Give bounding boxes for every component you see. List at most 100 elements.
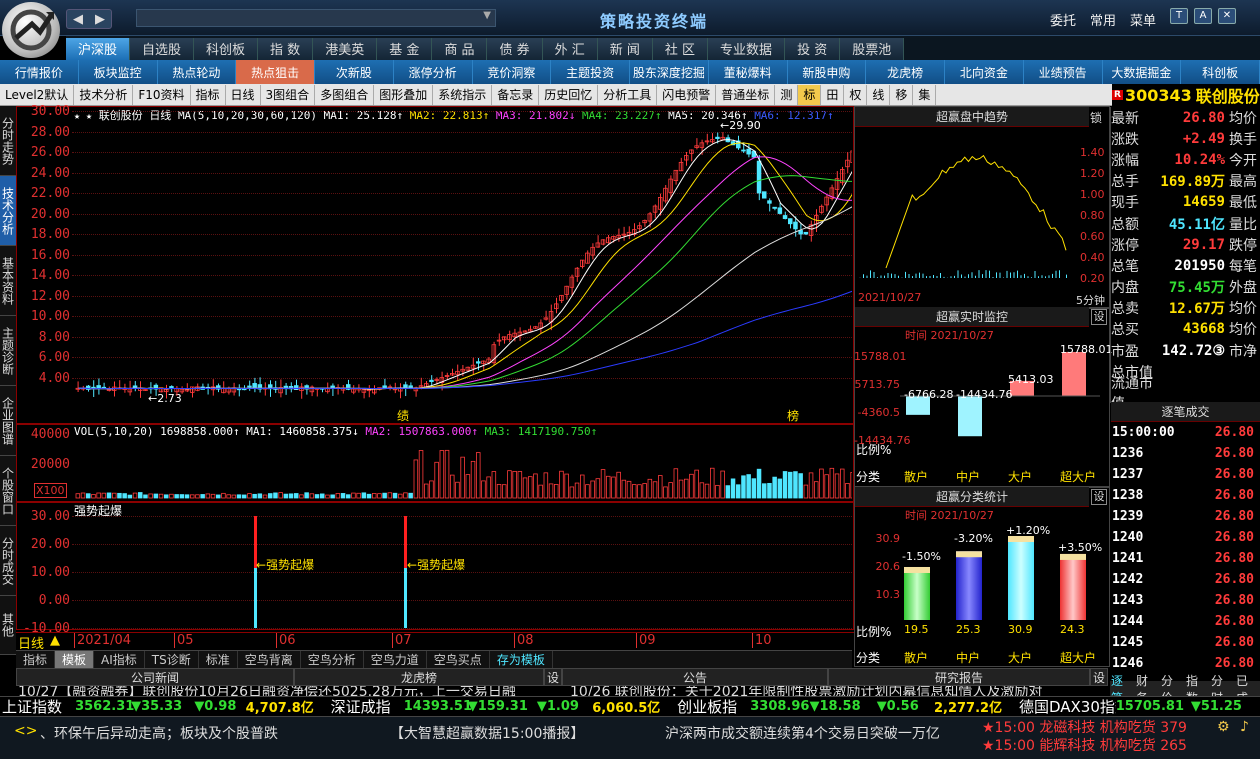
index-name[interactable]: 深证成指 [329, 696, 404, 717]
market-tab[interactable]: 港美英 [313, 37, 378, 60]
indicator-tab[interactable]: 空鸟分析 [301, 651, 364, 668]
function-tab[interactable]: 北向资金 [945, 60, 1024, 84]
market-tab[interactable]: 自选股 [130, 37, 195, 60]
function-tab[interactable]: 竞价洞察 [473, 60, 552, 84]
toolbar-button[interactable]: 多图组合 [315, 84, 375, 105]
toolbar-button[interactable]: 图形叠加 [374, 84, 434, 105]
notice-tab[interactable]: 公告 [562, 668, 828, 686]
menu-main[interactable]: 菜单 [1130, 10, 1156, 29]
function-tab[interactable]: 行情报价 [0, 60, 79, 84]
market-tab[interactable]: 专业数据 [708, 37, 786, 60]
research-settings-button[interactable]: 设 [1090, 668, 1108, 686]
indicator-tab[interactable]: 空鸟力道 [364, 651, 427, 668]
function-tab[interactable]: 龙虎榜 [866, 60, 945, 84]
scroll-arrows-icon[interactable]: <> [14, 723, 37, 739]
intraday-chart[interactable] [856, 128, 1076, 292]
intraday-period[interactable]: 5分钟 [1076, 292, 1105, 308]
bell-icon[interactable]: ♪ [1240, 719, 1249, 735]
index-name[interactable]: 创业板指 [675, 696, 750, 717]
toolbar-button[interactable]: 历史回忆 [539, 84, 599, 105]
market-tab[interactable]: 债 券 [487, 37, 543, 60]
left-tab[interactable]: 分时走势 [0, 106, 16, 176]
left-tab[interactable]: 其他 [0, 596, 16, 655]
toolbar-button[interactable]: 标 [798, 84, 822, 105]
indicator-tab[interactable]: 空鸟背离 [238, 651, 301, 668]
function-tab[interactable]: 板块监控 [79, 60, 158, 84]
indicator-tab[interactable]: 存为模板 [490, 651, 553, 668]
market-tab[interactable]: 沪深股 [66, 37, 131, 60]
market-tab[interactable]: 股票池 [840, 37, 905, 60]
toolbar-button[interactable]: 系统指示 [433, 84, 493, 105]
toolbar-button[interactable]: 指标 [191, 84, 226, 105]
scroll-text-1[interactable]: 、环保午后异动走高；板块及个股普跌 [40, 723, 340, 743]
alert-1[interactable]: ★15:00 龙磁科技 机构吃货 379 [982, 717, 1202, 737]
left-tab[interactable]: 个股窗口 [0, 456, 16, 526]
toolbar-button[interactable]: Level2默认 [0, 84, 75, 105]
index-name[interactable]: 德国DAX30指数 [1017, 696, 1116, 717]
close-button[interactable]: ✕ [1218, 8, 1236, 24]
indicator-tab[interactable]: 指标 [16, 651, 56, 668]
toolbar-button[interactable]: 3图组合 [261, 84, 316, 105]
classify-settings-button[interactable]: 设 [1091, 489, 1107, 505]
market-tab[interactable]: 投 资 [785, 37, 841, 60]
left-tab[interactable]: 分时成交 [0, 526, 16, 596]
market-tab[interactable]: 外 汇 [542, 37, 598, 60]
market-tab[interactable]: 基 金 [377, 37, 433, 60]
kline-chart[interactable] [72, 110, 852, 422]
minimize-button[interactable]: A [1194, 8, 1212, 24]
x-axis-triangle-icon[interactable]: ▲ [50, 633, 60, 648]
indicator-tab[interactable]: 模板 [55, 651, 95, 668]
volume-chart[interactable] [72, 436, 852, 500]
scroll-text-3[interactable]: 沪深两市成交额连续第4个交易日突破一万亿 [665, 723, 975, 743]
forward-arrow-icon[interactable]: ▶ [95, 12, 105, 27]
indicator-tab[interactable]: TS诊断 [145, 651, 199, 668]
market-tab[interactable]: 商 品 [432, 37, 488, 60]
toolbar-button[interactable]: 测 [775, 84, 799, 105]
index-name[interactable]: 上证指数 [0, 696, 75, 717]
toolbar-button[interactable]: 田 [821, 84, 845, 105]
gear-icon[interactable]: ⚙ [1217, 719, 1230, 735]
function-tab[interactable]: 业绩预告 [1024, 60, 1103, 84]
left-tab[interactable]: 企业图谱 [0, 386, 16, 456]
monitor-settings-button[interactable]: 设 [1091, 309, 1107, 325]
function-tab[interactable]: 热点轮动 [158, 60, 237, 84]
toolbar-button[interactable]: 集 [913, 84, 937, 105]
nav-back-forward[interactable]: ◀ ▶ [66, 9, 112, 29]
function-tab[interactable]: 董秘爆料 [709, 60, 788, 84]
function-tab[interactable]: 新股申购 [788, 60, 867, 84]
left-tab[interactable]: 技术分析 [0, 176, 16, 246]
function-tab[interactable]: 主题投资 [551, 60, 630, 84]
classify-chart[interactable] [900, 520, 1100, 630]
menu-entrust[interactable]: 委托 [1050, 10, 1076, 29]
address-bar[interactable]: ▼ [136, 9, 496, 27]
help-button[interactable]: T [1170, 8, 1188, 24]
indicator-tab[interactable]: 空鸟买点 [427, 651, 490, 668]
function-tab[interactable]: 大数据掘金 [1103, 60, 1182, 84]
toolbar-button[interactable]: 技术分析 [74, 84, 134, 105]
function-tab[interactable]: 涨停分析 [394, 60, 473, 84]
chevron-down-icon[interactable]: ▼ [483, 10, 491, 21]
market-tab[interactable]: 新 闻 [597, 37, 653, 60]
function-tab[interactable]: 股东深度挖掘 [630, 60, 709, 84]
left-tab[interactable]: 主题诊断 [0, 316, 16, 386]
toolbar-button[interactable]: 分析工具 [598, 84, 658, 105]
research-tab[interactable]: 研究报告 [828, 668, 1090, 686]
market-tab[interactable]: 科创板 [194, 37, 259, 60]
toolbar-button[interactable]: 权 [844, 84, 868, 105]
function-tab[interactable]: 次新股 [315, 60, 394, 84]
toolbar-button[interactable]: 普通坐标 [716, 84, 776, 105]
function-tab[interactable]: 科创板 [1181, 60, 1260, 84]
left-tab[interactable]: 基本资料 [0, 246, 16, 316]
function-tab[interactable]: 热点狙击 [236, 60, 315, 84]
market-tab[interactable]: 指 数 [258, 37, 314, 60]
toolbar-button[interactable]: 备忘录 [492, 84, 540, 105]
indicator-tab[interactable]: 标准 [199, 651, 238, 668]
toolbar-button[interactable]: 移 [890, 84, 914, 105]
toolbar-button[interactable]: 线 [867, 84, 891, 105]
lock-toggle[interactable]: 锁 [1090, 109, 1102, 126]
news-settings-button[interactable]: 设 [544, 668, 562, 686]
company-news-tab[interactable]: 公司新闻 [16, 668, 294, 686]
market-tab[interactable]: 社 区 [652, 37, 709, 60]
alert-2[interactable]: ★15:00 能辉科技 机构吃货 265 [982, 735, 1202, 755]
toolbar-button[interactable]: 闪电预警 [657, 84, 717, 105]
